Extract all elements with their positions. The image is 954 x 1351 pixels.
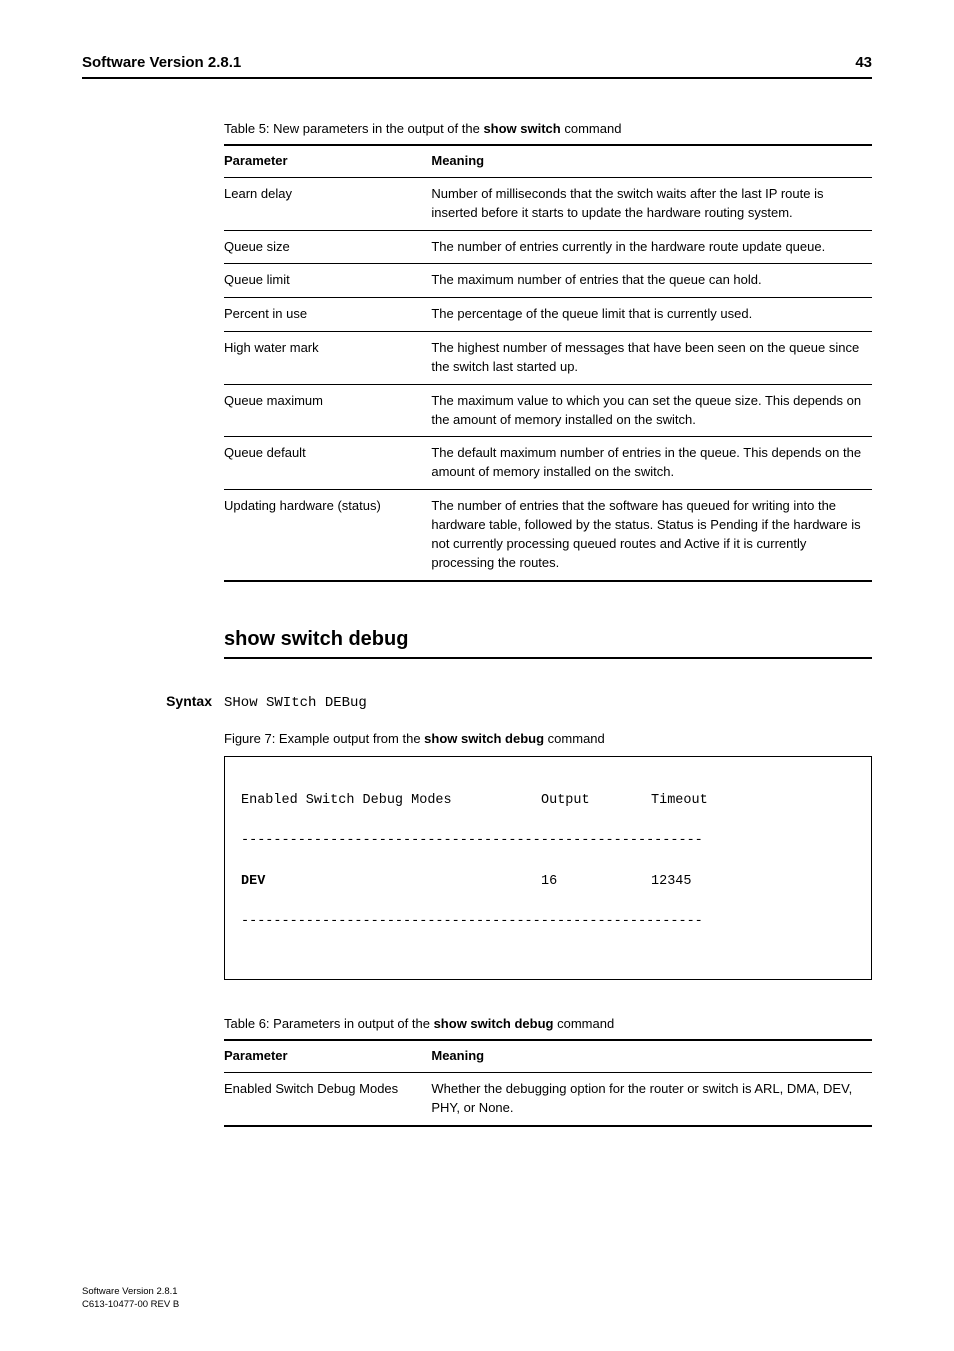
- table5-head-meaning: Meaning: [431, 145, 872, 177]
- figure-row-c2: 16: [541, 872, 651, 892]
- table5-param: High water mark: [224, 332, 431, 385]
- table6-caption: Table 6: Parameters in output of the sho…: [224, 1016, 872, 1031]
- table6-head-param: Parameter: [224, 1040, 431, 1072]
- figure-rule: ----------------------------------------…: [241, 912, 855, 932]
- figure-caption-suffix: command: [544, 731, 605, 746]
- syntax-code: SHow SWItch DEBug: [224, 695, 367, 711]
- table-row: Queue size The number of entries current…: [224, 230, 872, 264]
- table5-caption: Table 5: New parameters in the output of…: [224, 121, 872, 136]
- table5: Parameter Meaning Learn delay Number of …: [224, 144, 872, 582]
- table-row: Queue default The default maximum number…: [224, 437, 872, 490]
- table5-meaning: The number of entries currently in the h…: [431, 230, 872, 264]
- table-row: Updating hardware (status) The number of…: [224, 490, 872, 581]
- table6-meaning: Whether the debugging option for the rou…: [431, 1072, 872, 1125]
- running-header: Software Version 2.8.1 43: [82, 54, 872, 79]
- table6-param: Enabled Switch Debug Modes: [224, 1072, 431, 1125]
- table-row: Enabled Switch Debug Modes Whether the d…: [224, 1072, 872, 1125]
- table-row: High water mark The highest number of me…: [224, 332, 872, 385]
- table5-param: Learn delay: [224, 177, 431, 230]
- table5-meaning: The highest number of messages that have…: [431, 332, 872, 385]
- figure-row-c3: 12345: [651, 874, 692, 889]
- footer: Software Version 2.8.1 C613-10477-00 REV…: [82, 1286, 179, 1311]
- table5-caption-suffix: command: [561, 121, 622, 136]
- figure-row-c1: DEV: [241, 872, 541, 892]
- header-title: Software Version 2.8.1: [82, 54, 241, 71]
- table6-caption-prefix: Table 6: Parameters in output of the: [224, 1016, 434, 1031]
- table5-meaning: Number of milliseconds that the switch w…: [431, 177, 872, 230]
- table5-caption-bold: show switch: [483, 121, 560, 136]
- table6-meaning-bold: DEV: [823, 1081, 849, 1096]
- figure-rule: ----------------------------------------…: [241, 831, 855, 851]
- syntax-label: Syntax: [70, 693, 224, 709]
- table5-meaning: The maximum number of entries that the q…: [431, 264, 872, 298]
- table-row: Queue limit The maximum number of entrie…: [224, 264, 872, 298]
- table6: Parameter Meaning Enabled Switch Debug M…: [224, 1039, 872, 1127]
- table5-param: Queue size: [224, 230, 431, 264]
- table6-caption-suffix: command: [553, 1016, 614, 1031]
- figure-codebox: Enabled Switch Debug ModesOutputTimeout …: [224, 756, 872, 981]
- figure-head-c3: Timeout: [651, 793, 708, 808]
- table5-param: Updating hardware (status): [224, 490, 431, 581]
- table5-param: Queue limit: [224, 264, 431, 298]
- table5-head-param: Parameter: [224, 145, 431, 177]
- table6-meaning-pre: Whether the debugging option for the rou…: [431, 1081, 823, 1096]
- page-number: 43: [855, 54, 872, 71]
- table5-param: Percent in use: [224, 298, 431, 332]
- table-row: Learn delay Number of milliseconds that …: [224, 177, 872, 230]
- table5-param: Queue default: [224, 437, 431, 490]
- figure-caption-bold: show switch debug: [424, 731, 544, 746]
- table6-caption-bold: show switch debug: [434, 1016, 554, 1031]
- table5-meaning: The maximum value to which you can set t…: [431, 384, 872, 437]
- table-row: Percent in use The percentage of the que…: [224, 298, 872, 332]
- figure-caption: Figure 7: Example output from the show s…: [224, 731, 872, 746]
- figure-head-c1: Enabled Switch Debug Modes: [241, 791, 541, 811]
- table5-caption-prefix: Table 5: New parameters in the output of…: [224, 121, 483, 136]
- figure-caption-prefix: Figure 7: Example output from the: [224, 731, 424, 746]
- table5-meaning: The default maximum number of entries in…: [431, 437, 872, 490]
- table5-param: Queue maximum: [224, 384, 431, 437]
- figure-head-c2: Output: [541, 791, 651, 811]
- table5-meaning: The percentage of the queue limit that i…: [431, 298, 872, 332]
- section-heading: show switch debug: [224, 628, 872, 659]
- footer-line1: Software Version 2.8.1: [82, 1286, 179, 1298]
- table-row: Queue maximum The maximum value to which…: [224, 384, 872, 437]
- table5-meaning: The number of entries that the software …: [431, 490, 872, 581]
- syntax-row: Syntax SHow SWItch DEBug: [224, 693, 872, 711]
- table6-head-meaning: Meaning: [431, 1040, 872, 1072]
- footer-line2: C613-10477-00 REV B: [82, 1299, 179, 1311]
